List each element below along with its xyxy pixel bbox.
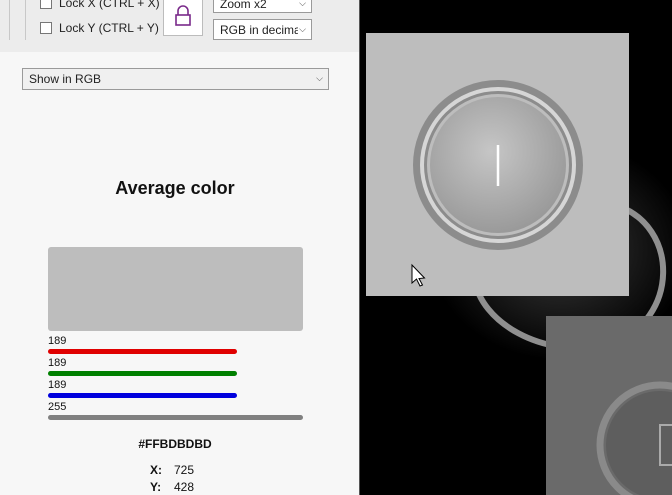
display-mode-value: Show in RGB <box>29 72 102 86</box>
format-select[interactable]: RGB in decimal ⌵ <box>213 19 312 40</box>
x-label: X: <box>150 463 162 477</box>
chevron-down-icon: ⌵ <box>299 0 306 8</box>
y-value: 428 <box>174 480 195 494</box>
green-channel-value: 189 <box>48 357 67 369</box>
lock-x-checkbox[interactable] <box>40 0 52 9</box>
lock-y-option[interactable]: Lock Y (CTRL + Y) <box>40 21 159 35</box>
lock-x-option[interactable]: Lock X (CTRL + X) <box>40 0 160 10</box>
lock-button[interactable] <box>163 0 203 36</box>
hex-value: #FFBDBDBD <box>138 437 212 451</box>
average-color-title: Average color <box>115 178 235 198</box>
screen-preview[interactable] <box>359 0 672 495</box>
lock-y-label: Lock Y (CTRL + Y) <box>59 21 159 35</box>
toolbar-separator <box>9 0 10 40</box>
green-channel-bar <box>48 371 237 376</box>
preview-image <box>366 33 672 495</box>
x-coordinate: X: 725 <box>150 463 194 477</box>
red-channel-bar <box>48 349 237 354</box>
lock-icon <box>175 5 191 26</box>
y-coordinate: Y: 428 <box>150 480 194 494</box>
zoom-select-value: Zoom x2 <box>220 0 267 11</box>
chevron-down-icon: ⌵ <box>316 72 323 83</box>
x-value: 725 <box>174 463 195 477</box>
alpha-channel-bar <box>48 415 303 420</box>
red-channel-value: 189 <box>48 335 67 347</box>
picker-panel: Lock X (CTRL + X) Lock Y (CTRL + Y) Zoom… <box>0 0 359 495</box>
lock-x-label: Lock X (CTRL + X) <box>59 0 160 10</box>
lock-y-checkbox[interactable] <box>40 22 52 34</box>
blue-channel-value: 189 <box>48 379 67 391</box>
blue-channel-bar <box>48 393 237 398</box>
chevron-down-icon: ⌵ <box>299 23 306 34</box>
alpha-channel-value: 255 <box>48 401 67 413</box>
average-color-swatch <box>48 247 303 331</box>
y-label: Y: <box>150 480 162 494</box>
format-select-value: RGB in decimal <box>220 22 298 37</box>
display-mode-select[interactable]: Show in RGB ⌵ <box>22 68 329 90</box>
toolbar: Lock X (CTRL + X) Lock Y (CTRL + Y) Zoom… <box>0 0 359 52</box>
zoom-select[interactable]: Zoom x2 ⌵ <box>213 0 312 13</box>
toolbar-separator <box>25 0 26 40</box>
